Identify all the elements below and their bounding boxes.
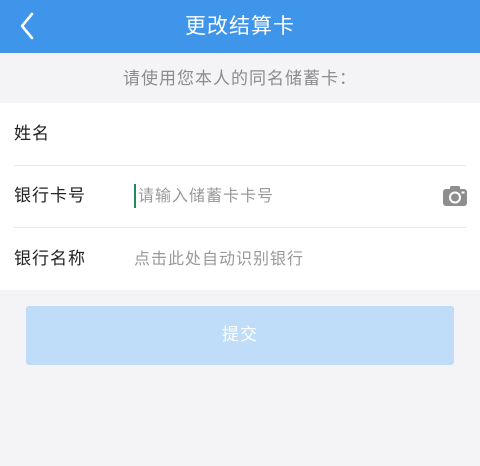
card-number-label: 银行卡号 xyxy=(14,186,86,206)
card-number-row[interactable]: 银行卡号 请输入储蓄卡卡号 xyxy=(0,165,480,227)
header-bar: 更改结算卡 xyxy=(0,0,480,53)
bank-name-field[interactable]: 点击此处自动识别银行 xyxy=(134,228,304,290)
camera-icon xyxy=(443,186,467,206)
bank-name-label: 银行名称 xyxy=(14,249,86,269)
submit-button[interactable]: 提交 xyxy=(26,306,454,365)
card-number-input[interactable]: 请输入储蓄卡卡号 xyxy=(138,165,274,227)
bank-name-row[interactable]: 银行名称 点击此处自动识别银行 xyxy=(0,228,480,290)
name-label: 姓名 xyxy=(14,124,50,144)
text-cursor xyxy=(134,184,136,208)
name-row[interactable]: 姓名 xyxy=(0,103,480,165)
form-card: 姓名 银行卡号 请输入储蓄卡卡号 银行名称 点击此处自动识别银行 xyxy=(0,103,480,290)
instruction-text: 请使用您本人的同名储蓄卡： xyxy=(123,69,357,89)
camera-button[interactable] xyxy=(442,184,468,208)
page-title: 更改结算卡 xyxy=(185,14,295,38)
